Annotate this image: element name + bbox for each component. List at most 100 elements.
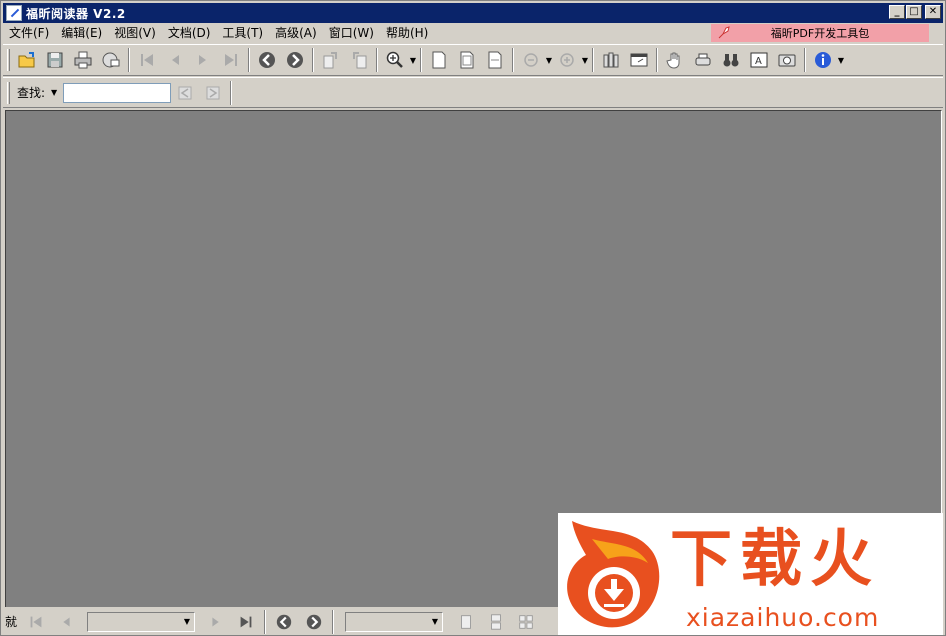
zoom-out-button[interactable]	[517, 47, 545, 73]
info-button[interactable]	[809, 47, 837, 73]
find-button[interactable]	[717, 47, 745, 73]
actual-size-icon	[432, 51, 446, 69]
print-icon	[74, 51, 92, 69]
maximize-button[interactable]: □	[906, 5, 922, 19]
single-page-icon	[461, 614, 471, 629]
toolbar-separator	[248, 48, 250, 72]
back-icon	[276, 614, 292, 629]
menu-help[interactable]: 帮助(H)	[380, 24, 434, 42]
next-page-icon	[212, 617, 219, 626]
rotate-cw-button[interactable]	[317, 47, 345, 73]
promo-label: 福昕PDF开发工具包	[770, 27, 870, 40]
close-button[interactable]: ✕	[925, 5, 941, 19]
zoom-in-button[interactable]	[553, 47, 581, 73]
zoom-in-icon	[560, 53, 574, 67]
last-page-icon	[225, 54, 237, 66]
toolbar-separator	[376, 48, 378, 72]
zoom-button[interactable]	[381, 47, 409, 73]
chevron-down-icon: ▼	[183, 617, 191, 626]
first-page-button[interactable]	[133, 47, 161, 73]
zoom-select[interactable]: ▼	[345, 611, 444, 632]
save-button[interactable]	[41, 47, 69, 73]
find-options-dropdown[interactable]: ▼	[51, 88, 57, 97]
forward-button[interactable]	[281, 47, 309, 73]
save-icon	[47, 52, 63, 68]
window-button[interactable]	[625, 47, 653, 73]
menu-view[interactable]: 视图(V)	[108, 24, 162, 42]
prev-page-button[interactable]	[161, 47, 189, 73]
last-page-button[interactable]	[217, 47, 245, 73]
zoom-dropdown-arrow[interactable]: ▼	[409, 47, 417, 73]
status-separator	[332, 609, 335, 634]
zoom-out-dropdown-arrow[interactable]: ▼	[545, 47, 553, 73]
window-title: 福昕阅读器 V2.2	[26, 6, 126, 21]
search-input[interactable]	[63, 82, 172, 103]
status-text: 就	[5, 615, 18, 629]
chevron-down-icon: ▼	[431, 617, 439, 626]
continuous-button[interactable]	[481, 610, 511, 634]
hand-icon	[666, 52, 680, 69]
minimize-button[interactable]: _	[889, 5, 905, 19]
columns-icon	[603, 52, 619, 68]
forward-icon	[287, 52, 303, 68]
toolbar-grip[interactable]	[7, 81, 10, 104]
continuous-icon	[491, 613, 501, 630]
facing-button[interactable]	[511, 610, 541, 634]
facing-icon	[519, 614, 533, 629]
watermark-logo: 下载火 xiazaihuo.com	[558, 513, 943, 635]
email-button[interactable]	[97, 47, 125, 73]
status-last-page-button[interactable]	[231, 610, 261, 634]
fit-page-icon	[460, 51, 474, 69]
menu-edit[interactable]: 编辑(E)	[55, 24, 108, 42]
status-forward-button[interactable]	[299, 610, 329, 634]
toolbar-separator	[592, 48, 594, 72]
typewriter-icon	[695, 53, 711, 66]
toolbar-grip[interactable]	[7, 49, 10, 71]
watermark-url: xiazaihuo.com	[686, 603, 880, 632]
pdf-sdk-promo-link[interactable]: 福昕PDF开发工具包	[711, 24, 929, 42]
toolbar-separator	[656, 48, 658, 72]
zoom-in-dropdown-arrow[interactable]: ▼	[581, 47, 589, 73]
fit-width-button[interactable]	[481, 47, 509, 73]
menu-advanced[interactable]: 高级(A)	[269, 24, 323, 42]
first-page-icon	[141, 54, 153, 66]
snapshot-button[interactable]	[773, 47, 801, 73]
actual-size-button[interactable]	[425, 47, 453, 73]
single-page-button[interactable]	[451, 610, 481, 634]
zoom-out-icon	[524, 53, 538, 67]
prev-page-icon	[63, 617, 70, 626]
main-toolbar: ▼ ▼ ▼ A ▼	[3, 44, 943, 76]
columns-button[interactable]	[597, 47, 625, 73]
text-select-button[interactable]: A	[745, 47, 773, 73]
status-next-page-button[interactable]	[201, 610, 231, 634]
find-prev-icon	[178, 86, 192, 99]
hand-tool-button[interactable]	[661, 47, 689, 73]
typewriter-button[interactable]	[689, 47, 717, 73]
title-bar[interactable]: 福昕阅读器 V2.2 _ □ ✕	[3, 3, 943, 23]
prev-page-icon	[172, 55, 179, 65]
fit-width-icon	[488, 51, 502, 69]
print-button[interactable]	[69, 47, 97, 73]
fit-page-button[interactable]	[453, 47, 481, 73]
menu-tools[interactable]: 工具(T)	[216, 24, 269, 42]
info-icon	[815, 52, 831, 68]
next-page-button[interactable]	[189, 47, 217, 73]
zoom-icon	[386, 51, 403, 68]
open-button[interactable]	[13, 47, 41, 73]
toolbar-separator	[312, 48, 314, 72]
back-button[interactable]	[253, 47, 281, 73]
find-prev-button[interactable]	[171, 80, 199, 106]
status-back-button[interactable]	[269, 610, 299, 634]
find-next-icon	[206, 86, 220, 99]
page-number-select[interactable]: ▼	[87, 611, 196, 632]
next-page-icon	[199, 55, 206, 65]
info-dropdown-arrow[interactable]: ▼	[837, 47, 845, 73]
find-next-button[interactable]	[199, 80, 227, 106]
rotate-ccw-button[interactable]	[345, 47, 373, 73]
status-prev-page-button[interactable]	[51, 610, 81, 634]
app-window: 福昕阅读器 V2.2 _ □ ✕ 文件(F) 编辑(E) 视图(V) 文档(D)…	[0, 0, 946, 636]
menu-window[interactable]: 窗口(W)	[323, 24, 380, 42]
menu-file[interactable]: 文件(F)	[3, 24, 55, 42]
menu-document[interactable]: 文档(D)	[162, 24, 217, 42]
status-first-page-button[interactable]	[21, 610, 51, 634]
